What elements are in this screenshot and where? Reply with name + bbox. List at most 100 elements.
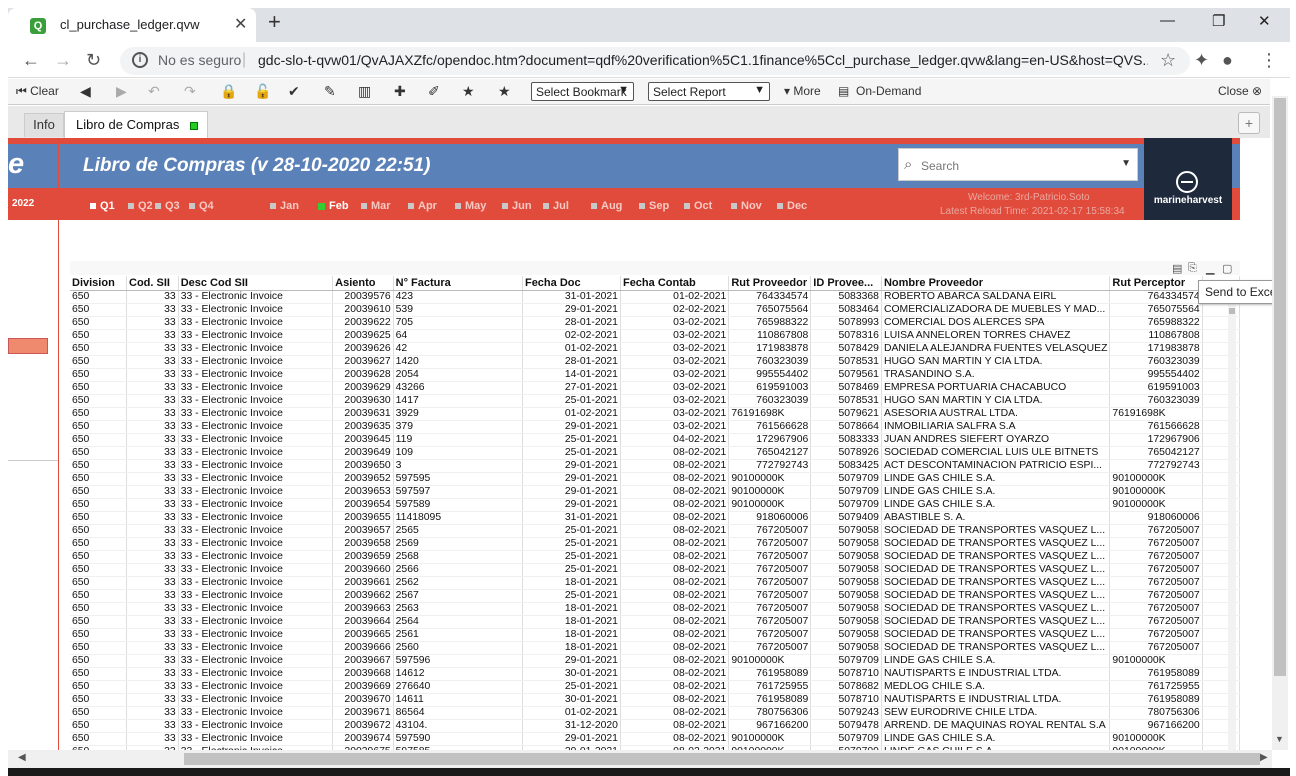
tools-icon[interactable]: ✐ (428, 83, 440, 100)
table-row[interactable]: 650 33 33 - Electronic Invoice 20039654 5975… (70, 498, 1240, 512)
omnibox[interactable]: i No es seguro | gdc-slo-t-qvw01/QvAJAXZ… (120, 47, 1190, 75)
table-row[interactable]: 650 33 33 - Electronic Invoice 20039671 8656… (70, 706, 1240, 720)
column-header[interactable]: Rut Proveedor (728, 276, 812, 291)
back-selection-icon[interactable]: ◀ (80, 83, 91, 100)
period-nov[interactable]: Nov (731, 200, 762, 212)
column-header[interactable]: Asiento (332, 276, 394, 291)
period-sep[interactable]: Sep (639, 200, 669, 212)
table-row[interactable]: 650 33 33 - Electronic Invoice 20039663 2563… (70, 602, 1240, 616)
column-header[interactable]: N° Factura (393, 276, 523, 291)
edit-icon[interactable]: ✎ (324, 83, 336, 100)
forward-icon[interactable]: → (54, 50, 72, 71)
table-row[interactable]: 650 33 33 - Electronic Invoice 20039625 64 02… (70, 329, 1240, 343)
table-row[interactable]: 650 33 33 - Electronic Invoice 20039660 2566… (70, 563, 1240, 577)
column-header[interactable]: Rut Perceptor (1109, 276, 1203, 291)
close-window-icon[interactable]: ✕ (1258, 12, 1271, 30)
scroll-right-icon[interactable]: ▶ (1260, 752, 1268, 763)
close-button[interactable]: Close ⊗ (1218, 84, 1262, 98)
minimize-object-icon[interactable]: ▁ (1206, 262, 1214, 275)
table-row[interactable]: 650 33 33 - Electronic Invoice 20039649 109 2… (70, 446, 1240, 460)
vertical-scrollbar[interactable] (1272, 96, 1288, 750)
table-row[interactable]: 650 33 33 - Electronic Invoice 20039668 1461… (70, 667, 1240, 681)
select-report-dropdown[interactable]: Select Report ▼ (648, 82, 770, 101)
table-row[interactable]: 650 33 33 - Electronic Invoice 20039631 3929… (70, 407, 1240, 421)
table-row[interactable]: 650 33 33 - Electronic Invoice 20039622 705 2… (70, 316, 1240, 330)
unlock-icon[interactable]: 🔓 (254, 83, 271, 100)
table-row[interactable]: 650 33 33 - Electronic Invoice 20039635 379 2… (70, 420, 1240, 434)
period-jul[interactable]: Jul (543, 200, 569, 212)
bookmark-star-icon[interactable]: ☆ (1160, 50, 1176, 71)
period-q3[interactable]: Q3 (155, 200, 180, 212)
column-header[interactable]: Cod. SII (126, 276, 179, 291)
column-header[interactable]: Fecha Contab (620, 276, 730, 291)
add-bookmark-icon[interactable]: ★ (462, 83, 475, 100)
table-row[interactable]: 650 33 33 - Electronic Invoice 20039669 2766… (70, 680, 1240, 694)
redo-icon[interactable]: ↷ (184, 83, 196, 100)
table-row[interactable]: 650 33 33 - Electronic Invoice 20039653 5975… (70, 485, 1240, 499)
forward-selection-icon[interactable]: ▶ (116, 83, 127, 100)
table-row[interactable]: 650 33 33 - Electronic Invoice 20039666 2560… (70, 641, 1240, 655)
lock-icon[interactable]: 🔒 (220, 83, 237, 100)
menu-icon[interactable]: ⋮ (1260, 50, 1278, 71)
column-header[interactable]: ID Provee... (810, 276, 882, 291)
restore-icon[interactable]: ❐ (1212, 12, 1225, 30)
maximize-object-icon[interactable]: ▢ (1222, 262, 1232, 275)
tab-info[interactable]: Info (24, 113, 64, 137)
tab-libro-de-compras[interactable]: Libro de Compras (64, 111, 208, 138)
table-row[interactable]: 650 33 33 - Electronic Invoice 20039655 1141… (70, 511, 1240, 525)
table-row[interactable]: 650 33 33 - Electronic Invoice 20039667 5975… (70, 654, 1240, 668)
table-row[interactable]: 650 33 33 - Electronic Invoice 20039627 1420… (70, 355, 1240, 369)
side-panel-button[interactable] (8, 338, 48, 354)
period-apr[interactable]: Apr (408, 200, 437, 212)
table-row[interactable]: 650 33 33 - Electronic Invoice 20039674 5975… (70, 732, 1240, 746)
scroll-thumb[interactable] (184, 753, 1260, 765)
add-icon[interactable]: ✚ (394, 83, 406, 100)
extensions-icon[interactable]: ✦ (1194, 50, 1209, 71)
period-oct[interactable]: Oct (684, 200, 712, 212)
table-row[interactable]: 650 33 33 - Electronic Invoice 20039662 2567… (70, 589, 1240, 603)
print-icon[interactable]: ▤ (1172, 262, 1182, 275)
info-icon[interactable]: i (132, 52, 148, 68)
minimize-icon[interactable]: — (1160, 12, 1175, 29)
period-dec[interactable]: Dec (777, 200, 807, 212)
scroll-down-icon[interactable]: ▼ (1275, 734, 1284, 744)
reload-icon[interactable]: ↻ (86, 50, 101, 71)
profile-icon[interactable]: ● (1222, 50, 1233, 71)
table-row[interactable]: 650 33 33 - Electronic Invoice 20039610 539 2… (70, 303, 1240, 317)
send-to-excel-icon[interactable]: ⎘ (1188, 262, 1197, 275)
table-row[interactable]: 650 33 33 - Electronic Invoice 20039630 1417… (70, 394, 1240, 408)
period-may[interactable]: May (455, 200, 486, 212)
table-row[interactable]: 650 33 33 - Electronic Invoice 20039576 423 3… (70, 290, 1240, 304)
table-row[interactable]: 650 33 33 - Electronic Invoice 20039664 2564… (70, 615, 1240, 629)
close-tab-icon[interactable]: ✕ (234, 14, 247, 34)
scroll-thumb[interactable] (1274, 98, 1286, 676)
on-demand-button[interactable]: ▤ On-Demand (838, 84, 921, 98)
select-bookmark-dropdown[interactable]: Select Bookmark ▼ (531, 82, 634, 101)
table-scrollbar[interactable] (1228, 284, 1236, 750)
table-row[interactable]: 650 33 33 - Electronic Invoice 20039659 2568… (70, 550, 1240, 564)
period-aug[interactable]: Aug (591, 200, 622, 212)
search-box[interactable]: ⌕ Search ▼ (898, 148, 1138, 181)
table-row[interactable]: 650 33 33 - Electronic Invoice 20039652 5975… (70, 472, 1240, 486)
period-q1[interactable]: Q1 (90, 200, 115, 212)
check-icon[interactable]: ✔ (288, 83, 300, 100)
period-q2[interactable]: Q2 (128, 200, 153, 212)
table-row[interactable]: 650 33 33 - Electronic Invoice 20039657 2565… (70, 524, 1240, 538)
period-feb[interactable]: Feb (318, 200, 349, 212)
table-row[interactable]: 650 33 33 - Electronic Invoice 20039661 2562… (70, 576, 1240, 590)
scroll-left-icon[interactable]: ◀ (18, 752, 26, 763)
column-header[interactable]: Division (70, 276, 127, 291)
new-tab-button[interactable]: + (268, 11, 281, 33)
table-row[interactable]: 650 33 33 - Electronic Invoice 20039626 42 01… (70, 342, 1240, 356)
period-jun[interactable]: Jun (502, 200, 532, 212)
period-jan[interactable]: Jan (270, 200, 299, 212)
chevron-down-icon[interactable]: ▼ (1121, 158, 1131, 169)
table-row[interactable]: 650 33 33 - Electronic Invoice 20039665 2561… (70, 628, 1240, 642)
table-row[interactable]: 650 33 33 - Electronic Invoice 20039650 3 29-… (70, 459, 1240, 473)
scroll-thumb[interactable] (1229, 308, 1235, 314)
horizontal-scrollbar[interactable]: ◀ ▶ (8, 750, 1272, 768)
column-header[interactable]: Fecha Doc (522, 276, 621, 291)
url-text[interactable]: gdc-slo-t-qvw01/QvAJAXZfc/opendoc.htm?do… (258, 52, 1148, 68)
table-row[interactable]: 650 33 33 - Electronic Invoice 20039672 4310… (70, 719, 1240, 733)
back-icon[interactable]: ← (22, 50, 40, 71)
